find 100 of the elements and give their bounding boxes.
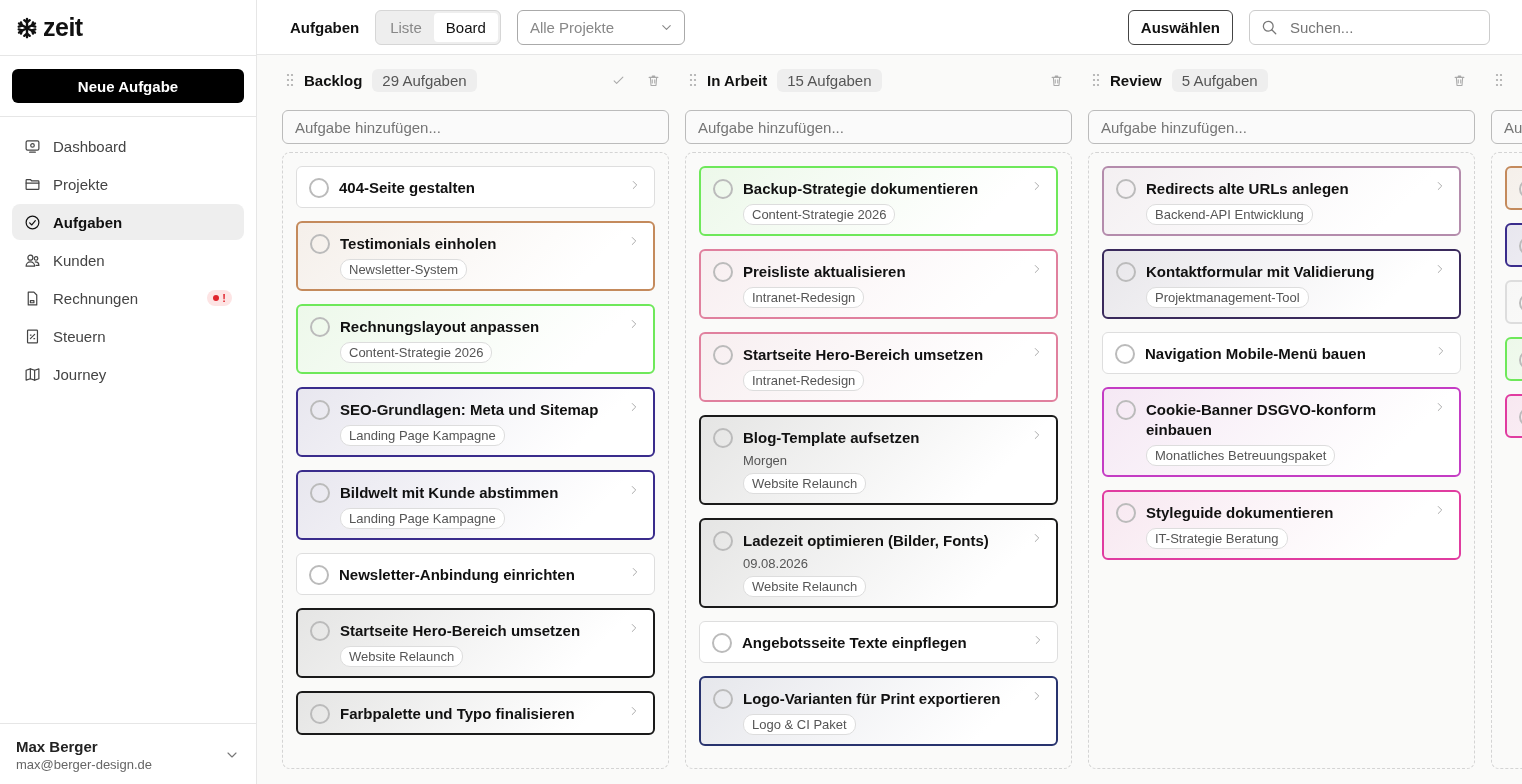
checkbox-circle[interactable] [713,689,733,709]
checkbox-circle[interactable] [1115,344,1135,364]
checkbox-circle[interactable] [713,345,733,365]
user-menu[interactable]: Max Berger max@berger-design.de [0,723,256,784]
task-title: Logo-Varianten für Print exportieren [743,689,1001,709]
task-title: Blog-Template aufsetzen [743,428,920,448]
task-title: 404-Seite gestalten [339,178,475,198]
drag-handle-icon[interactable] [1495,73,1503,87]
project-tag: Monatliches Betreuungspaket [1146,445,1336,466]
task-title: Angebotsseite Texte einpflegen [742,633,967,653]
task-card[interactable]: Kontaktformular mit Validierung Projektmanagement-Tool [1102,249,1461,319]
snowflake-icon [16,16,38,39]
add-task-field[interactable]: Aufgabe hinzufügen... [685,110,1072,144]
task-title: Startseite Hero-Bereich umsetzen [340,621,581,641]
check-circle-icon [24,213,41,231]
checkbox-circle[interactable] [309,565,329,585]
user-name: Max Berger [16,738,99,755]
drag-handle-icon[interactable] [689,73,697,87]
drag-handle-icon[interactable] [1092,73,1100,87]
project-tag: Landing Page Kampagne [340,508,505,529]
monitor-icon [24,137,41,155]
task-card[interactable]: 404-Seite gestalten [296,166,655,208]
project-tag: Landing Page Kampagne [340,425,505,446]
checkbox-circle[interactable] [310,234,330,254]
task-title: Kontaktformular mit Validierung [1146,262,1375,282]
checkbox-circle[interactable] [310,317,330,337]
task-title: SEO-Grundlagen: Meta und Sitemap [340,400,599,420]
checkbox-circle[interactable] [1116,400,1136,420]
task-title: Redirects alte URLs anlegen [1146,179,1349,199]
add-task-field[interactable]: Aufgabe hinzufügen... [282,110,669,144]
task-card[interactable]: Styleguide dokumentieren IT-Strategie Beratung [1102,490,1461,560]
checkbox-circle[interactable] [1116,179,1136,199]
task-title: Newsletter-Anbindung einrichten [339,565,575,585]
new-task-button[interactable]: Neue Aufgabe [12,69,244,103]
task-card[interactable]: Blog-Template aufsetzen Morgen Website Relaunch [699,415,1058,505]
task-title: Rechnungslayout anpassen [340,317,540,337]
task-card[interactable]: Farbpalette und Typo finalisieren [296,691,655,735]
nav-item[interactable]: Steuern [12,318,244,354]
checkbox-circle[interactable] [1116,503,1136,523]
user-email: max@berger-design.de [16,757,154,772]
task-card[interactable]: Logo-Varianten für Print exportieren Logo & CI Paket [699,676,1058,746]
search-field[interactable]: Suchen... [1249,9,1490,45]
view-tab[interactable]: Board [433,12,498,42]
task-title: Bildwelt mit Kunde abstimmen [340,483,559,503]
project-tag: Content-Strategie 2026 [340,342,493,363]
trash-icon [646,72,661,88]
task-card[interactable]: Navigation Mobile-Menü bauen [1102,332,1461,374]
project-tag: Website Relaunch [743,576,867,597]
task-title: Preisliste aktualisieren [743,262,906,282]
task-title: Ladezeit optimieren (Bilder, Fonts) [743,531,989,551]
project-tag: IT-Strategie Beratung [1146,528,1288,549]
project-tag: Content-Strategie 2026 [743,204,896,225]
select-button[interactable]: Auswählen [1127,9,1233,45]
checkbox-circle[interactable] [713,179,733,199]
task-card[interactable]: SEO-Grundlagen: Meta und Sitemap Landing Page Kampagne [296,387,655,457]
checkbox-circle[interactable] [712,633,732,653]
checkbox-circle[interactable] [310,483,330,503]
project-dropdown[interactable]: Alle Projekte [516,9,685,45]
task-card[interactable]: Redirects alte URLs anlegen Backend-API Entwicklung [1102,166,1461,236]
task-card[interactable]: Angebotsseite Texte einpflegen [699,621,1058,663]
checkbox-circle[interactable] [1116,262,1136,282]
project-tag: Intranet-Redesign [743,287,865,308]
checkbox-circle[interactable] [310,704,330,724]
column-title: In Arbeit [707,71,768,89]
project-tag: Projektmanagement-Tool [1146,287,1309,308]
nav-item[interactable]: Journey [12,356,244,392]
nav-item[interactable]: Kunden [12,242,244,278]
logo-text: zeit [43,13,83,42]
task-card[interactable]: Ladezeit optimieren (Bilder, Fonts) 09.08.2026 Website Relaunch [699,518,1058,608]
checkbox-circle[interactable] [713,428,733,448]
nav-item[interactable]: Projekte [12,166,244,202]
task-card[interactable]: Preisliste aktualisieren Intranet-Redesign [699,249,1058,319]
checkbox-circle[interactable] [713,262,733,282]
task-count: 15 Aufgaben [777,68,882,92]
task-card[interactable]: Newsletter-Anbindung einrichten [296,553,655,595]
nav-item[interactable]: Aufgaben [12,204,244,240]
task-card[interactable]: Cookie-Banner DSGVO-konform einbauen Monatliches Betreuungspaket [1102,387,1461,477]
task-count: 29 Aufgaben [372,68,477,92]
add-task-field[interactable]: Au [1491,110,1522,144]
nav-item[interactable]: Dashboard [12,128,244,164]
task-card[interactable]: Backup-Strategie dokumentieren Content-Strategie 2026 [699,166,1058,236]
task-card[interactable]: Rechnungslayout anpassen Content-Strategie 2026 [296,304,655,374]
task-card[interactable]: Startseite Hero-Bereich umsetzen Intranet-Redesign [699,332,1058,402]
column-title: Review [1110,71,1162,89]
checkbox-circle[interactable] [310,400,330,420]
task-card[interactable]: Testimonials einholen Newsletter-System [296,221,655,291]
drag-handle-icon[interactable] [286,73,294,87]
checkbox-circle[interactable] [310,621,330,641]
nav-item[interactable]: Rechnungen ! [12,280,244,316]
due-date: Morgen [743,453,788,468]
add-task-field[interactable]: Aufgabe hinzufügen... [1088,110,1475,144]
checkbox-circle[interactable] [309,178,329,198]
column-title: Backlog [304,71,363,89]
task-card[interactable]: Bildwelt mit Kunde abstimmen Landing Page Kampagne [296,470,655,540]
task-card[interactable]: Startseite Hero-Bereich umsetzen Website Relaunch [296,608,655,678]
project-tag: Logo & CI Paket [743,714,856,735]
task-title: Testimonials einholen [340,234,497,254]
project-tag: Backend-API Entwicklung [1146,204,1313,225]
checkbox-circle[interactable] [713,531,733,551]
project-tag: Intranet-Redesign [743,370,865,391]
